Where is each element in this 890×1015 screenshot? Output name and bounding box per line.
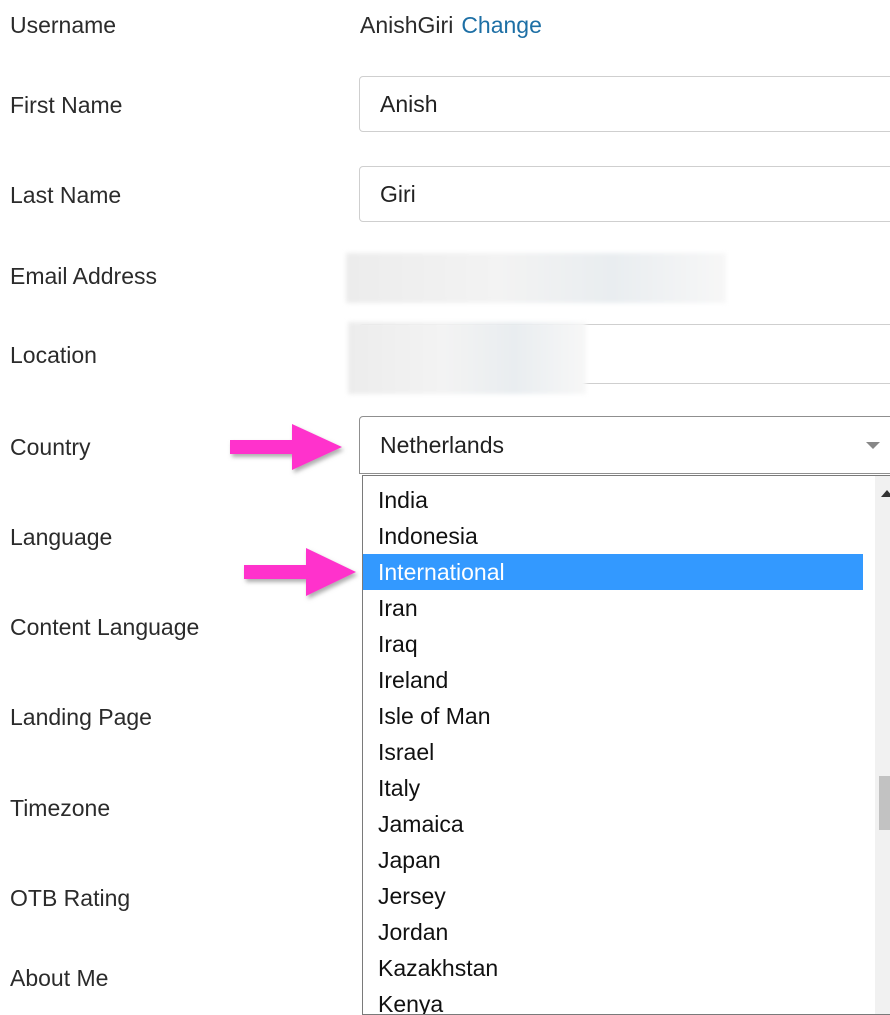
country-option[interactable]: Iraq xyxy=(363,626,863,662)
country-option[interactable]: Ireland xyxy=(363,662,863,698)
otb-rating-label: OTB Rating xyxy=(10,885,131,911)
country-option[interactable]: Isle of Man xyxy=(363,698,863,734)
annotation-arrow-icon xyxy=(244,548,356,596)
country-dropdown-list[interactable]: India Indonesia International Iran Iraq … xyxy=(362,475,890,1015)
country-label: Country xyxy=(10,434,91,460)
change-username-link[interactable]: Change xyxy=(461,12,542,38)
country-option[interactable]: Kenya xyxy=(363,986,863,1014)
first-name-field[interactable]: Anish xyxy=(359,76,890,132)
last-name-label: Last Name xyxy=(10,182,122,208)
chevron-down-icon[interactable] xyxy=(866,442,880,449)
country-option[interactable]: Kazakhstan xyxy=(363,950,863,986)
username-value: AnishGiri Change xyxy=(360,10,542,40)
username-text: AnishGiri xyxy=(360,12,454,38)
timezone-label: Timezone xyxy=(10,795,111,821)
language-label: Language xyxy=(10,524,113,550)
scrollbar-thumb[interactable] xyxy=(879,776,890,830)
country-option[interactable]: Indonesia xyxy=(363,518,863,554)
country-select[interactable]: Netherlands xyxy=(359,416,890,474)
country-option[interactable]: Israel xyxy=(363,734,863,770)
country-option[interactable]: Japan xyxy=(363,842,863,878)
country-option-highlighted[interactable]: International xyxy=(363,554,863,590)
last-name-field[interactable]: Giri xyxy=(359,166,890,222)
content-language-label: Content Language xyxy=(10,614,200,640)
dropdown-scrollbar[interactable] xyxy=(875,476,890,1014)
username-label: Username xyxy=(10,12,117,38)
country-option[interactable]: Iran xyxy=(363,590,863,626)
country-option[interactable]: Jamaica xyxy=(363,806,863,842)
email-label: Email Address xyxy=(10,263,158,289)
about-me-label: About Me xyxy=(10,965,109,991)
email-redacted xyxy=(346,253,726,303)
landing-page-label: Landing Page xyxy=(10,704,152,730)
annotation-arrow-icon xyxy=(230,424,342,470)
location-redacted xyxy=(348,322,586,394)
location-label: Location xyxy=(10,342,97,368)
country-option[interactable]: Jersey xyxy=(363,878,863,914)
country-option[interactable]: India xyxy=(363,482,863,518)
country-option[interactable]: Italy xyxy=(363,770,863,806)
country-option[interactable]: Jordan xyxy=(363,914,863,950)
scroll-up-arrow-icon[interactable] xyxy=(881,490,890,497)
first-name-label: First Name xyxy=(10,92,123,118)
